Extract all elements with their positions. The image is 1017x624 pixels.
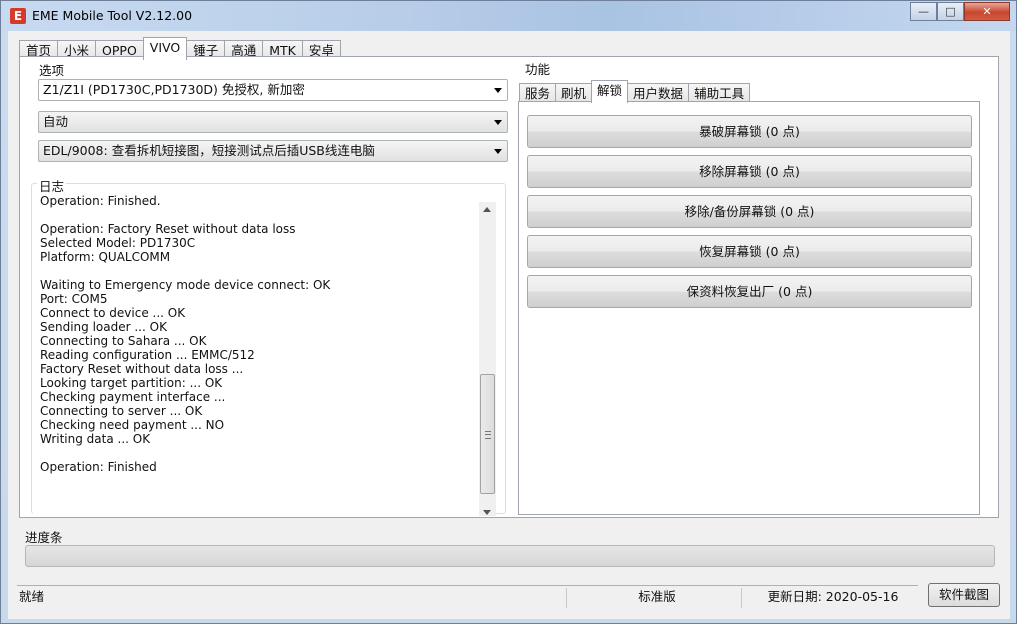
window-title: EME Mobile Tool V2.12.00 xyxy=(32,8,193,23)
progress-label: 进度条 xyxy=(25,530,63,545)
app-logo-icon: E xyxy=(10,8,26,24)
remove-lock-button[interactable]: 移除屏幕锁 (0 点) xyxy=(527,155,972,188)
model-select-value: Z1/Z1I (PD1730C,PD1730D) 免授权, 新加密 xyxy=(43,82,305,97)
log-line: Checking need payment ... NO xyxy=(40,418,225,432)
tab-vivo[interactable]: VIVO xyxy=(142,37,188,60)
app-window: E EME Mobile Tool V2.12.00 — □ ✕ 首页 小米 O… xyxy=(0,0,1017,624)
log-textarea[interactable]: Operation: Finished. Operation: Factory R… xyxy=(33,194,496,516)
tab-tools[interactable]: 辅助工具 xyxy=(688,83,751,103)
log-line: Looking target partition: ... OK xyxy=(40,376,223,390)
function-tab-bar: 服务 刷机 解锁 用户数据 辅助工具 xyxy=(519,80,751,103)
scroll-up-icon[interactable] xyxy=(483,207,491,212)
factory-reset-keep-data-button[interactable]: 保资料恢复出厂 (0 点) xyxy=(527,275,972,308)
log-line: Writing data ... OK xyxy=(40,432,151,446)
log-line: Connect to device ... OK xyxy=(40,306,186,320)
status-update-date: 更新日期: 2020-05-16 xyxy=(741,588,918,608)
log-line: Reading configuration ... EMMC/512 xyxy=(40,348,255,362)
model-select[interactable]: Z1/Z1I (PD1730C,PD1730D) 免授权, 新加密 xyxy=(38,79,508,101)
chevron-down-icon xyxy=(494,120,502,125)
log-scrollbar[interactable] xyxy=(479,202,496,516)
screenshot-button[interactable]: 软件截图 xyxy=(928,583,1000,607)
title-bar: E EME Mobile Tool V2.12.00 — □ ✕ xyxy=(1,1,1016,31)
grip-icon xyxy=(485,431,491,439)
minimize-button[interactable]: — xyxy=(910,2,937,21)
edl-select[interactable]: EDL/9008: 查看拆机短接图，短接测试点后插USB线连电脑 xyxy=(38,140,508,162)
function-label: 功能 xyxy=(523,59,553,78)
tab-user-data[interactable]: 用户数据 xyxy=(627,83,690,103)
tab-flash[interactable]: 刷机 xyxy=(555,83,593,103)
function-group: 功能 服务 刷机 解锁 用户数据 辅助工具 暴破屏幕锁 (0 点) 移除屏幕锁 … xyxy=(517,59,982,515)
log-lines: Operation: Finished. Operation: Factory R… xyxy=(33,194,496,474)
log-line: Factory Reset without data loss ... xyxy=(40,362,244,376)
status-state: 就绪 xyxy=(19,589,45,604)
tab-service[interactable]: 服务 xyxy=(519,83,557,103)
log-line: Operation: Finished. xyxy=(40,194,161,208)
log-line: Platform: QUALCOMM xyxy=(40,250,171,264)
log-label: 日志 xyxy=(37,176,67,195)
log-group: 日志 Operation: Finished. Operation: Factor… xyxy=(31,176,506,516)
chevron-down-icon xyxy=(494,88,502,93)
close-button[interactable]: ✕ xyxy=(964,2,1010,21)
log-line: Port: COM5 xyxy=(40,292,108,306)
edl-select-value: EDL/9008: 查看拆机短接图，短接测试点后插USB线连电脑 xyxy=(43,143,375,158)
status-edition: 标准版 xyxy=(566,588,741,608)
log-line: Connecting to server ... OK xyxy=(40,404,203,418)
log-line: Checking payment interface ... xyxy=(40,390,226,404)
mode-select-value: 自动 xyxy=(43,114,69,129)
log-line: Connecting to Sahara ... OK xyxy=(40,334,207,348)
restore-lock-button[interactable]: 恢复屏幕锁 (0 点) xyxy=(527,235,972,268)
chevron-down-icon xyxy=(494,149,502,154)
scroll-thumb[interactable] xyxy=(480,374,495,494)
options-label: 选项 xyxy=(37,60,67,79)
client-area: 首页 小米 OPPO VIVO 锤子 高通 MTK 安卓 选项 Z1/Z1I (… xyxy=(8,31,1010,619)
status-bar: 就绪 标准版 更新日期: 2020-05-16 xyxy=(17,585,918,608)
log-line: Sending loader ... OK xyxy=(40,320,167,334)
tab-unlock[interactable]: 解锁 xyxy=(591,80,629,103)
scroll-down-icon[interactable] xyxy=(483,510,491,515)
log-line: Operation: Finished xyxy=(40,460,157,474)
maximize-button[interactable]: □ xyxy=(937,2,964,21)
options-group: 选项 Z1/Z1I (PD1730C,PD1730D) 免授权, 新加密 自动 … xyxy=(31,60,508,175)
log-line: Selected Model: PD1730C xyxy=(40,236,196,250)
mode-select[interactable]: 自动 xyxy=(38,111,508,133)
log-line: Operation: Factory Reset without data lo… xyxy=(40,222,296,236)
remove-backup-lock-button[interactable]: 移除/备份屏幕锁 (0 点) xyxy=(527,195,972,228)
unlock-panel: 暴破屏幕锁 (0 点) 移除屏幕锁 (0 点) 移除/备份屏幕锁 (0 点) 恢… xyxy=(518,101,980,515)
progress-bar xyxy=(25,545,995,567)
vivo-tab-panel: 选项 Z1/Z1I (PD1730C,PD1730D) 免授权, 新加密 自动 … xyxy=(19,56,999,518)
log-line: Waiting to Emergency mode device connect… xyxy=(40,278,331,292)
brute-force-lock-button[interactable]: 暴破屏幕锁 (0 点) xyxy=(527,115,972,148)
